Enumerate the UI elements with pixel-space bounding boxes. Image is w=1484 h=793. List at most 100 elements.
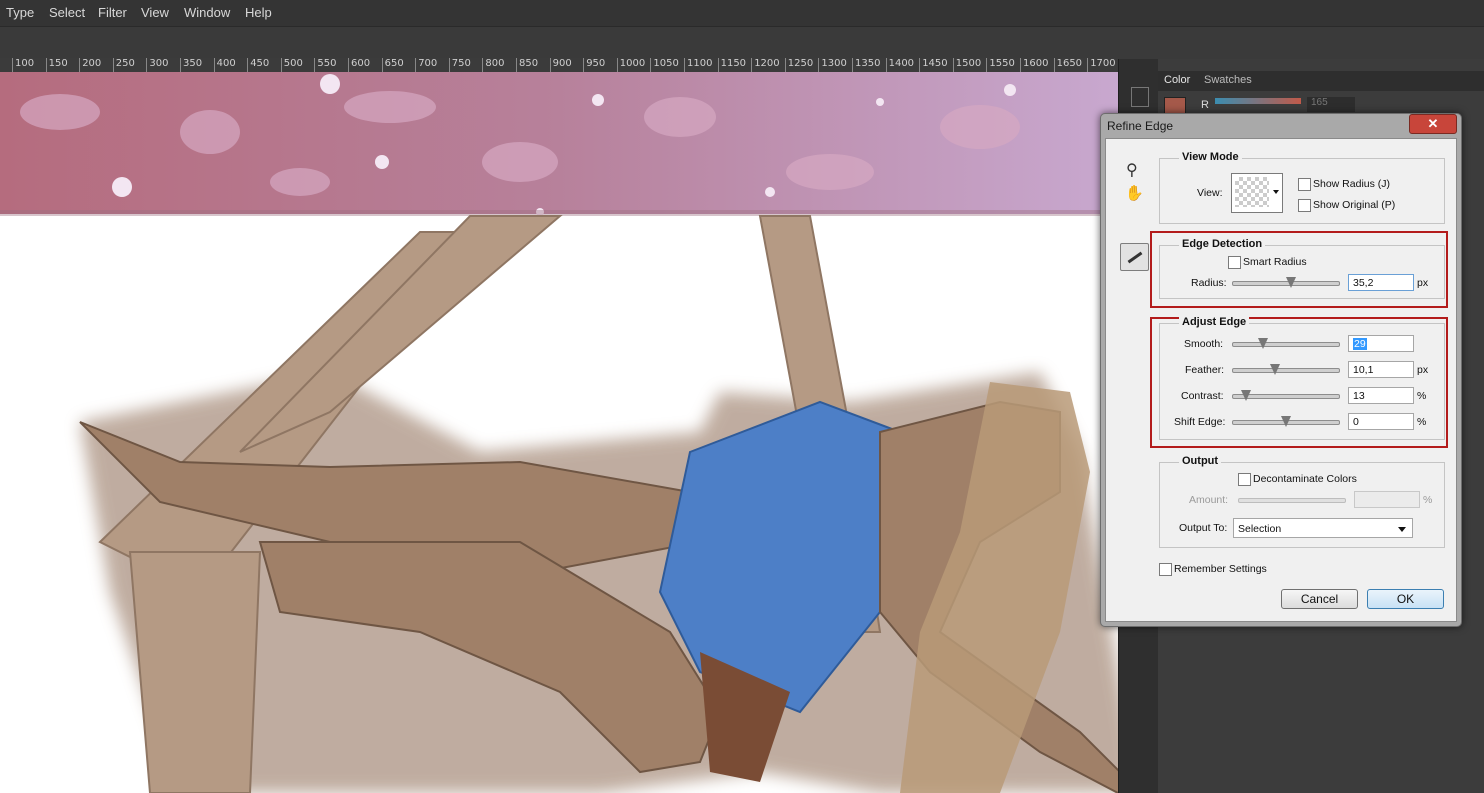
amount-input[interactable]	[1354, 491, 1420, 508]
close-button[interactable]: ✕	[1409, 114, 1457, 134]
menu-select[interactable]: Select	[49, 5, 85, 20]
ruler-tick: 1300	[818, 58, 847, 72]
shift-edge-label: Shift Edge:	[1174, 416, 1226, 428]
ruler-tick: 900	[549, 58, 572, 72]
feather-unit: px	[1417, 364, 1429, 376]
tab-swatches[interactable]: Swatches	[1204, 74, 1252, 86]
ruler-tick: 600	[348, 58, 370, 72]
ruler-tick: 200	[79, 58, 101, 72]
ruler-tick: 350	[180, 58, 202, 72]
menu-view[interactable]: View	[141, 5, 169, 20]
tab-color[interactable]: Color	[1164, 74, 1190, 86]
smooth-value: 29	[1353, 338, 1367, 350]
ruler-tick: 950	[583, 58, 605, 72]
refine-radius-tool-icon[interactable]	[1120, 243, 1149, 271]
radius-input[interactable]: 35,2	[1348, 274, 1414, 291]
ruler-tick: 800	[482, 58, 504, 72]
smooth-label: Smooth:	[1184, 338, 1224, 350]
ruler-tick: 1150	[717, 58, 746, 72]
shift-edge-slider-thumb[interactable]	[1281, 416, 1291, 427]
ruler-tick: 1450	[919, 58, 948, 72]
view-thumbnail	[1235, 177, 1269, 207]
ruler-tick: 300	[146, 58, 168, 72]
ruler-tick: 250	[112, 58, 135, 72]
menu-bar: Type Select Filter View Window Help	[0, 0, 1484, 26]
amount-slider[interactable]	[1238, 498, 1346, 503]
ruler-tick: 1000	[616, 58, 645, 72]
contrast-slider[interactable]	[1232, 390, 1340, 401]
shift-edge-input[interactable]: 0	[1348, 413, 1414, 430]
view-label: View:	[1197, 187, 1223, 199]
contrast-label: Contrast:	[1181, 390, 1224, 402]
ruler-tick: 1550	[986, 58, 1015, 72]
panel-tabs: Color Swatches	[1158, 71, 1484, 91]
ruler-tick: 1050	[650, 58, 679, 72]
canvas-image	[0, 72, 1118, 793]
menu-help[interactable]: Help	[245, 5, 272, 20]
smooth-input[interactable]: 29	[1348, 335, 1414, 352]
show-radius-checkbox[interactable]	[1298, 178, 1311, 191]
dialog-title: Refine Edge	[1107, 119, 1174, 133]
hand-tool-icon[interactable]: ✋	[1125, 184, 1144, 202]
decontaminate-checkbox[interactable]	[1238, 473, 1251, 486]
ruler-tick: 1350	[852, 58, 880, 72]
channel-label: R	[1201, 99, 1209, 111]
ruler-tick: 150	[45, 58, 68, 72]
smart-radius-label: Smart Radius	[1243, 256, 1307, 268]
amount-unit: %	[1423, 494, 1433, 506]
show-original-label: Show Original (P)	[1313, 199, 1396, 211]
channel-value[interactable]: 165	[1307, 97, 1355, 112]
show-original-checkbox[interactable]	[1298, 199, 1311, 212]
amount-label: Amount:	[1189, 494, 1229, 506]
ruler-tick: 750	[448, 58, 471, 72]
zoom-tool-icon[interactable]: ⚲	[1126, 160, 1138, 180]
shift-edge-slider[interactable]	[1232, 416, 1340, 427]
chevron-down-icon	[1398, 527, 1406, 532]
decontaminate-label: Decontaminate Colors	[1253, 473, 1357, 485]
contrast-slider-thumb[interactable]	[1241, 390, 1251, 401]
ruler-tick: 100	[12, 58, 34, 72]
feather-slider-thumb[interactable]	[1270, 364, 1280, 375]
smooth-slider-thumb[interactable]	[1258, 338, 1268, 349]
ruler-tick: 400	[213, 58, 236, 72]
menu-window[interactable]: Window	[184, 5, 230, 20]
ruler-tick: 1100	[684, 58, 712, 72]
ruler-tick: 850	[516, 58, 538, 72]
output-legend: Output	[1179, 455, 1222, 467]
ruler-tick: 1700	[1087, 58, 1116, 72]
document-canvas[interactable]	[0, 72, 1118, 793]
ok-button[interactable]: OK	[1367, 589, 1444, 609]
contrast-input[interactable]: 13	[1348, 387, 1414, 404]
menu-filter[interactable]: Filter	[98, 5, 127, 20]
ruler-tick: 1200	[751, 58, 780, 72]
smart-radius-checkbox[interactable]	[1228, 256, 1241, 269]
options-bar	[0, 26, 1484, 61]
chevron-down-icon	[1273, 190, 1279, 194]
banner-strip	[0, 72, 1118, 214]
output-to-value: Selection	[1238, 523, 1282, 535]
ruler-tick: 1500	[952, 58, 981, 72]
menu-type[interactable]: Type	[6, 5, 34, 20]
horizontal-ruler: 100 150 200 250 300 350 400 450 500 550 600 650 700 7…	[0, 58, 1118, 73]
radius-slider[interactable]	[1232, 277, 1340, 288]
adjust-edge-legend: Adjust Edge	[1179, 316, 1250, 328]
remember-settings-checkbox[interactable]	[1159, 563, 1172, 576]
feather-label: Feather:	[1185, 364, 1225, 376]
output-to-label: Output To:	[1179, 522, 1228, 534]
cancel-button[interactable]: Cancel	[1281, 589, 1358, 609]
radius-slider-thumb[interactable]	[1286, 277, 1296, 288]
ruler-tick: 650	[381, 58, 404, 72]
feather-slider[interactable]	[1232, 364, 1340, 375]
ruler-tick: 1400	[885, 58, 914, 72]
ruler-tick: 500	[280, 58, 303, 72]
smooth-slider[interactable]	[1232, 338, 1340, 349]
feather-input[interactable]: 10,1	[1348, 361, 1414, 378]
red-channel-slider[interactable]	[1215, 98, 1301, 104]
output-to-select[interactable]: Selection	[1233, 518, 1413, 538]
ruler-tick: 1600	[1020, 58, 1048, 72]
contrast-unit: %	[1417, 390, 1427, 402]
history-icon[interactable]	[1131, 87, 1149, 107]
shift-edge-unit: %	[1417, 416, 1427, 428]
ruler-tick: 550	[314, 58, 336, 72]
view-mode-dropdown[interactable]	[1231, 173, 1283, 213]
